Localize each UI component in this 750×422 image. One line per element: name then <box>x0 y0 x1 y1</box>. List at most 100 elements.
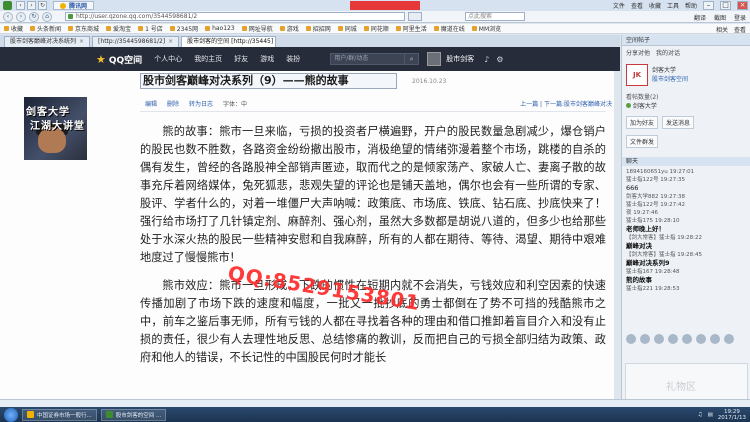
edit-link[interactable]: 编辑 <box>145 99 157 108</box>
minimize-icon[interactable]: – <box>703 1 714 10</box>
taskbar-item[interactable]: 股市剑客的空间 ... <box>100 408 167 421</box>
address-bar[interactable]: http://user.qzone.qq.com/3544598681/2 <box>65 12 405 21</box>
menu-decorate[interactable]: 装扮 <box>286 54 300 64</box>
tab-item-active[interactable]: 股市剑客的空间 [http://35445]× <box>181 36 277 47</box>
bookmark-item[interactable]: 1 号店 <box>138 24 163 33</box>
browser-logo-icon <box>3 1 12 10</box>
close-icon[interactable]: × <box>737 1 748 10</box>
avatar-caption: 江湖大讲堂 <box>30 121 85 132</box>
menu-help[interactable]: 帮助 <box>685 1 697 10</box>
divider <box>140 111 606 112</box>
post-pager[interactable]: 上一篇 | 下一篇:股市剑客巅峰对决 <box>520 99 612 108</box>
start-button[interactable] <box>4 407 18 422</box>
tab-close-icon[interactable]: × <box>168 37 173 47</box>
volume-icon[interactable]: ♫ <box>698 412 703 418</box>
related-button[interactable]: 相关 <box>716 25 728 34</box>
avatar[interactable] <box>427 52 442 66</box>
bookmark-item[interactable]: 网址导航 <box>241 24 273 33</box>
bookmark-item[interactable]: 招招网 <box>305 24 331 33</box>
add-friend-button[interactable]: 加为好友 <box>626 116 659 129</box>
bookmark-item[interactable]: 魔道在线 <box>433 24 465 33</box>
menu-friends[interactable]: 好友 <box>234 54 248 64</box>
clock[interactable]: 19:29 2017/1/13 <box>718 409 746 421</box>
tab-strip: 股市剑客巅峰对决系统列 × [http://3544598681/2] × 股市剑客… <box>0 35 620 47</box>
bookmark-item[interactable]: 同花顺 <box>363 24 389 33</box>
bookmarks-bar: 收藏 头条新闻 京东商城 爱淘宝 1 号店 2345网 hao123 网址导航 … <box>0 24 750 34</box>
bell-icon[interactable]: ♪ <box>484 55 489 64</box>
qzone-search-input[interactable]: 用户/群/动态 <box>330 53 406 65</box>
send-file-button[interactable]: 文件群发 <box>626 135 659 148</box>
profile-card[interactable]: JK 剑客大学 股市剑客空间 <box>626 62 746 88</box>
gear-icon[interactable]: ⚙ <box>496 55 503 64</box>
navigation-bar: ‹ › ↻ ⌂ http://user.qzone.qq.com/3544598… <box>0 11 750 23</box>
bookmark-item[interactable]: 京东商城 <box>68 24 99 33</box>
menu-file[interactable]: 文件 <box>613 1 625 10</box>
chat-message: 熊的故事 <box>626 276 652 284</box>
tab-share[interactable]: 分享对他 <box>626 48 650 57</box>
tab-item[interactable]: [http://3544598681/2] × <box>92 36 180 47</box>
bookmark-item[interactable]: 收藏 <box>4 24 23 33</box>
avatar-caption: 剑客大学 <box>26 107 70 118</box>
bookmark-item[interactable]: 爱淘宝 <box>106 24 131 33</box>
tab-dialogue[interactable]: 我的对话 <box>656 48 680 57</box>
nav-refresh-icon[interactable]: ↻ <box>29 11 39 22</box>
home-icon[interactable]: ⌂ <box>42 11 52 22</box>
network-icon[interactable]: ▤ <box>708 412 713 418</box>
menu-favorites[interactable]: 收藏 <box>649 1 661 10</box>
tab-item[interactable]: 股市剑客巅峰对决系统列 × <box>4 36 91 47</box>
qzone-nav-bar: ★ QQ空间 个人中心 我的主页 好友 游戏 装扮 用户/群/动态 ⌕ 股市剑客… <box>0 47 620 71</box>
bookmark-item[interactable]: 游戏 <box>279 24 299 33</box>
convert-to-log-link[interactable]: 转为日志 <box>189 99 213 108</box>
search-input[interactable]: 点此搜索 <box>465 12 525 21</box>
maximize-icon[interactable]: □ <box>720 1 731 10</box>
gift-icon[interactable] <box>668 334 678 344</box>
gift-area[interactable]: 礼物区 <box>625 363 748 403</box>
refresh-icon[interactable]: ↻ <box>38 1 47 10</box>
bookmark-item[interactable]: 同城 <box>337 24 357 33</box>
menu-view[interactable]: 查看 <box>631 1 643 10</box>
chat-meta: 猛士指167 19:28:48 <box>626 269 680 275</box>
send-message-button[interactable]: 发送消息 <box>662 116 695 129</box>
bookmark-item[interactable]: MM浏览 <box>471 24 501 33</box>
nav-forward-icon[interactable]: › <box>16 11 26 22</box>
delete-link[interactable]: 删除 <box>167 99 179 108</box>
screenshot-button[interactable]: 截图 <box>714 13 726 22</box>
user-name[interactable]: 股市剑客 <box>446 54 474 64</box>
menu-personal-center[interactable]: 个人中心 <box>154 54 182 64</box>
translate-button[interactable]: 翻译 <box>694 13 706 22</box>
gift-icon[interactable] <box>682 334 692 344</box>
bookmark-item[interactable]: 头条新闻 <box>30 24 61 33</box>
author-avatar[interactable]: 剑客大学 江湖大讲堂 <box>24 97 87 160</box>
forward-icon[interactable]: › <box>27 1 36 10</box>
bookmark-item[interactable]: 阿里生活 <box>395 24 427 33</box>
taskbar-item[interactable]: 中国证券市场一般行... <box>22 408 97 421</box>
address-go-button[interactable] <box>408 12 422 21</box>
chat-meta: 1894160651yu 19:27:01 <box>626 169 695 175</box>
bookmark-icon <box>279 26 285 31</box>
menu-games[interactable]: 游戏 <box>260 54 274 64</box>
blog-content: 剑客大学 江湖大讲堂 股市剑客巅峰对决系列（9）——熊的故事 2016.10.2… <box>0 71 614 407</box>
view-button[interactable]: 查看 <box>734 25 746 34</box>
title-tab[interactable]: 腾讯网 <box>53 1 95 10</box>
search-icon[interactable]: ⌕ <box>405 53 420 65</box>
profile-card-sub[interactable]: 股市剑客空间 <box>652 75 688 84</box>
bookmark-item[interactable]: 2345网 <box>169 24 198 33</box>
profile-card-name: 剑客大学 <box>652 67 677 74</box>
gift-icon[interactable] <box>710 334 720 344</box>
nav-back-icon[interactable]: ‹ <box>3 11 13 22</box>
star-icon <box>4 26 9 31</box>
list-item[interactable]: 剑客大学 <box>626 102 746 111</box>
bookmark-item[interactable]: hao123 <box>205 25 235 32</box>
qzone-logo[interactable]: ★ QQ空间 <box>96 53 142 66</box>
gift-icon[interactable] <box>626 334 636 344</box>
back-icon[interactable]: ‹ <box>16 1 25 10</box>
menu-tools[interactable]: 工具 <box>667 1 679 10</box>
gift-icon[interactable] <box>654 334 664 344</box>
gift-icon[interactable] <box>640 334 650 344</box>
font-size-select[interactable]: 字体：中 <box>223 99 247 108</box>
gift-icon[interactable] <box>696 334 706 344</box>
gift-icon[interactable] <box>724 334 734 344</box>
tab-close-icon[interactable]: × <box>79 37 84 47</box>
login-button[interactable]: 登录 <box>734 13 746 22</box>
menu-my-home[interactable]: 我的主页 <box>194 54 222 64</box>
